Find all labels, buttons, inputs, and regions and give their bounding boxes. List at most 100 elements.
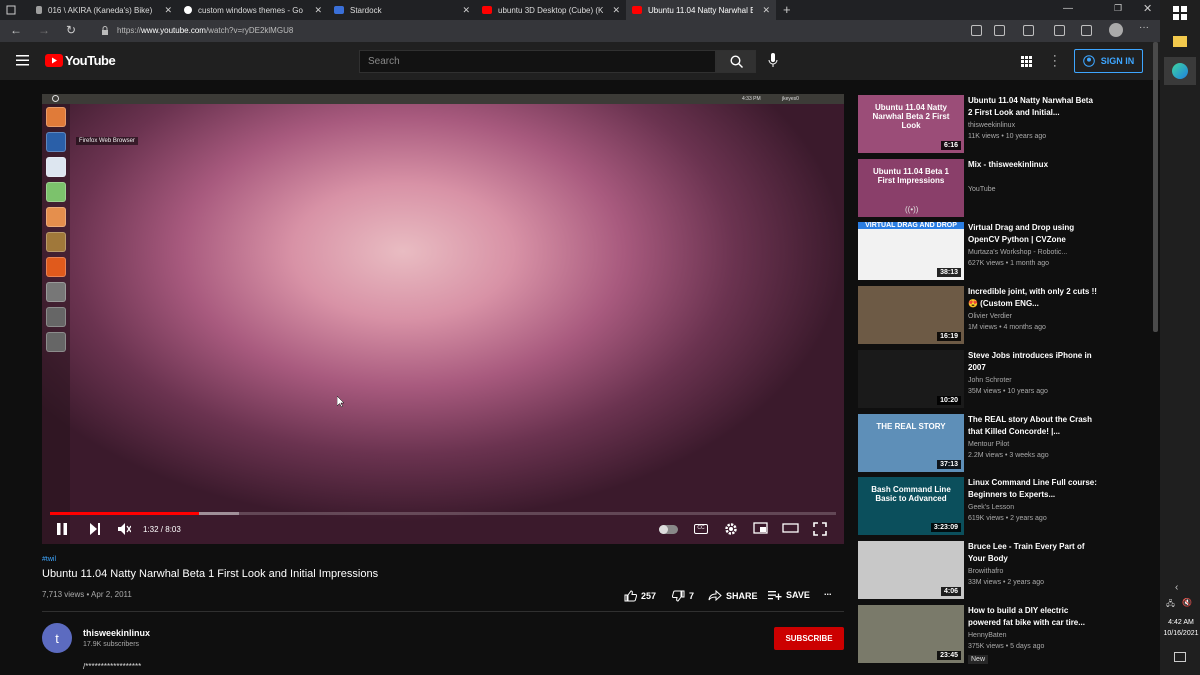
- recommendation-item[interactable]: 10:20 Steve Jobs introduces iPhone in 200…: [858, 350, 1148, 412]
- sign-in-button[interactable]: SIGN IN: [1074, 49, 1143, 73]
- recommendation-channel[interactable]: Olivier Verdier: [968, 313, 1012, 320]
- recommendation-channel[interactable]: YouTube: [968, 186, 996, 193]
- captions-icon[interactable]: CC: [694, 524, 708, 534]
- recommendation-channel[interactable]: Mentour Pilot: [968, 441, 1009, 448]
- search-input[interactable]: Search: [359, 50, 716, 73]
- hamburger-menu-icon[interactable]: [16, 55, 29, 66]
- recommendation-item[interactable]: 16:19 Incredible joint, with only 2 cuts …: [858, 286, 1148, 348]
- settings-gear-icon[interactable]: [724, 522, 738, 536]
- more-options-icon[interactable]: · · ·: [1053, 51, 1057, 72]
- video-player[interactable]: 4:33 PM jkeyes0 Firefox Web Browser 1:32…: [42, 94, 844, 544]
- video-thumbnail[interactable]: Bash Command Line Basic to Advanced 3:23:…: [858, 477, 964, 535]
- channel-name[interactable]: thisweekinlinux: [83, 628, 150, 638]
- more-actions-button[interactable]: ...: [824, 587, 832, 597]
- video-thumbnail[interactable]: Ubuntu 11.04 Natty Narwhal Beta 2 First …: [858, 95, 964, 153]
- volume-mute-icon[interactable]: [117, 522, 131, 536]
- recommendation-item[interactable]: VIRTUAL DRAG AND DROP 38:13 Virtual Drag a…: [858, 222, 1148, 284]
- recommendation-channel[interactable]: Murtaza's Workshop - Robotic...: [968, 249, 1067, 256]
- recommendation-title[interactable]: Bruce Lee - Train Every Part of Your Bod…: [968, 541, 1098, 565]
- channel-avatar[interactable]: t: [42, 623, 72, 653]
- video-thumbnail[interactable]: 10:20: [858, 350, 964, 408]
- edge-icon[interactable]: [1172, 63, 1188, 79]
- extensions-icon[interactable]: [1023, 25, 1034, 36]
- recommendation-title[interactable]: Steve Jobs introduces iPhone in 2007: [968, 350, 1098, 374]
- restore-button[interactable]: ❐: [1114, 3, 1122, 14]
- youtube-logo-icon[interactable]: [45, 54, 63, 67]
- windows-start-icon[interactable]: [1173, 6, 1187, 20]
- dislike-button[interactable]: 7: [672, 590, 694, 602]
- progress-bar[interactable]: [50, 512, 836, 515]
- recommendation-title[interactable]: How to build a DIY electric powered fat …: [968, 605, 1098, 629]
- pause-icon[interactable]: [55, 522, 69, 536]
- close-tab-icon[interactable]: ✕: [314, 5, 322, 16]
- settings-more-icon[interactable]: ···: [1139, 22, 1149, 33]
- video-thumbnail[interactable]: 4:06: [858, 541, 964, 599]
- app-install-icon[interactable]: [971, 25, 982, 36]
- back-button[interactable]: ←: [10, 23, 22, 37]
- close-tab-icon[interactable]: ✕: [462, 5, 470, 16]
- recommendation-title[interactable]: Ubuntu 11.04 Natty Narwhal Beta 2 First …: [968, 95, 1098, 119]
- close-tab-icon[interactable]: ✕: [762, 5, 770, 16]
- refresh-button[interactable]: ↻: [66, 23, 76, 37]
- recommendation-title[interactable]: Virtual Drag and Drop using OpenCV Pytho…: [968, 222, 1098, 246]
- notification-icon[interactable]: [1174, 652, 1186, 662]
- volume-mute-icon[interactable]: 🔇: [1182, 598, 1192, 607]
- video-thumbnail[interactable]: Ubuntu 11.04 Beta 1 First Impressions ((•…: [858, 159, 964, 217]
- profile-avatar[interactable]: [1109, 23, 1123, 37]
- tab-actions-button[interactable]: [0, 0, 30, 20]
- fullscreen-icon[interactable]: [813, 522, 827, 536]
- recommendation-title[interactable]: Incredible joint, with only 2 cuts !! 😍 …: [968, 286, 1098, 310]
- close-window-button[interactable]: ✕: [1143, 2, 1152, 15]
- close-tab-icon[interactable]: ✕: [612, 5, 620, 16]
- recommendation-channel[interactable]: thisweekinlinux: [968, 122, 1015, 129]
- recommendation-item[interactable]: 23:45 How to build a DIY electric powered…: [858, 605, 1148, 667]
- network-icon[interactable]: 🖧: [1166, 598, 1175, 612]
- recommendation-channel[interactable]: John Schroter: [968, 377, 1012, 384]
- apps-grid-icon[interactable]: [1021, 56, 1032, 67]
- close-tab-icon[interactable]: ✕: [164, 5, 172, 16]
- tab-stardock[interactable]: Stardock ✕: [328, 0, 476, 20]
- recommendation-item[interactable]: Bash Command Line Basic to Advanced 3:23:…: [858, 477, 1148, 539]
- tab-akira[interactable]: 016 \ AKIRA (Kaneda's) Bike) Cus ✕: [30, 0, 178, 20]
- subscribe-button[interactable]: SUBSCRIBE: [774, 627, 844, 650]
- file-explorer-icon[interactable]: [1173, 36, 1187, 47]
- microphone-icon[interactable]: [768, 53, 778, 68]
- tab-ubuntu-cube[interactable]: ubuntu 3D Desktop (Cube) (KDE ✕: [476, 0, 626, 20]
- tray-time[interactable]: 4:42 AM: [1162, 619, 1200, 626]
- video-thumbnail[interactable]: VIRTUAL DRAG AND DROP 38:13: [858, 222, 964, 280]
- favorites-add-icon[interactable]: [994, 25, 1005, 36]
- tray-chevron-icon[interactable]: ‹: [1175, 582, 1178, 593]
- video-thumbnail[interactable]: 23:45: [858, 605, 964, 663]
- recommendation-title[interactable]: Mix - thisweekinlinux: [968, 159, 1098, 171]
- autoplay-toggle[interactable]: [659, 525, 678, 534]
- video-thumbnail[interactable]: 16:19: [858, 286, 964, 344]
- tab-ubuntu-natty[interactable]: Ubuntu 11.04 Natty Narwhal Bet ✕: [626, 0, 776, 20]
- recommendation-item[interactable]: 4:06 Bruce Lee - Train Every Part of Your…: [858, 541, 1148, 603]
- like-button[interactable]: 257: [624, 590, 656, 602]
- recommendation-item[interactable]: Ubuntu 11.04 Natty Narwhal Beta 2 First …: [858, 95, 1148, 157]
- theater-mode-icon[interactable]: [782, 522, 799, 534]
- video-thumbnail[interactable]: THE REAL STORY 37:13: [858, 414, 964, 472]
- new-tab-button[interactable]: +: [783, 2, 791, 17]
- save-button[interactable]: SAVE: [768, 590, 810, 600]
- recommendation-item[interactable]: THE REAL STORY 37:13 The REAL story About …: [858, 414, 1148, 476]
- miniplayer-icon[interactable]: [753, 522, 768, 534]
- youtube-logo-text[interactable]: YouTube: [65, 53, 116, 68]
- hashtag-link[interactable]: #twil: [42, 556, 56, 563]
- recommendation-channel[interactable]: Geek's Lesson: [968, 504, 1014, 511]
- recommendation-channel[interactable]: HennyBaten: [968, 632, 1007, 639]
- share-button[interactable]: SHARE: [708, 590, 758, 601]
- tab-google[interactable]: custom windows themes - Goog ✕: [178, 0, 328, 20]
- url-field[interactable]: https://www.youtube.com/watch?v=ryDE2klM…: [95, 23, 965, 39]
- forward-button[interactable]: →: [38, 23, 50, 37]
- search-button[interactable]: [716, 50, 756, 73]
- recommendation-title[interactable]: The REAL story About the Crash that Kill…: [968, 414, 1098, 438]
- next-icon[interactable]: [88, 522, 102, 536]
- recommendation-title[interactable]: Linux Command Line Full course: Beginner…: [968, 477, 1098, 501]
- recommendation-channel[interactable]: Browithafro: [968, 568, 1003, 575]
- page-scrollbar[interactable]: [1153, 42, 1158, 332]
- minimize-button[interactable]: —: [1063, 3, 1073, 14]
- collections-icon[interactable]: [1081, 25, 1092, 36]
- tray-date[interactable]: 10/16/2021: [1162, 630, 1200, 637]
- favorites-icon[interactable]: [1054, 25, 1065, 36]
